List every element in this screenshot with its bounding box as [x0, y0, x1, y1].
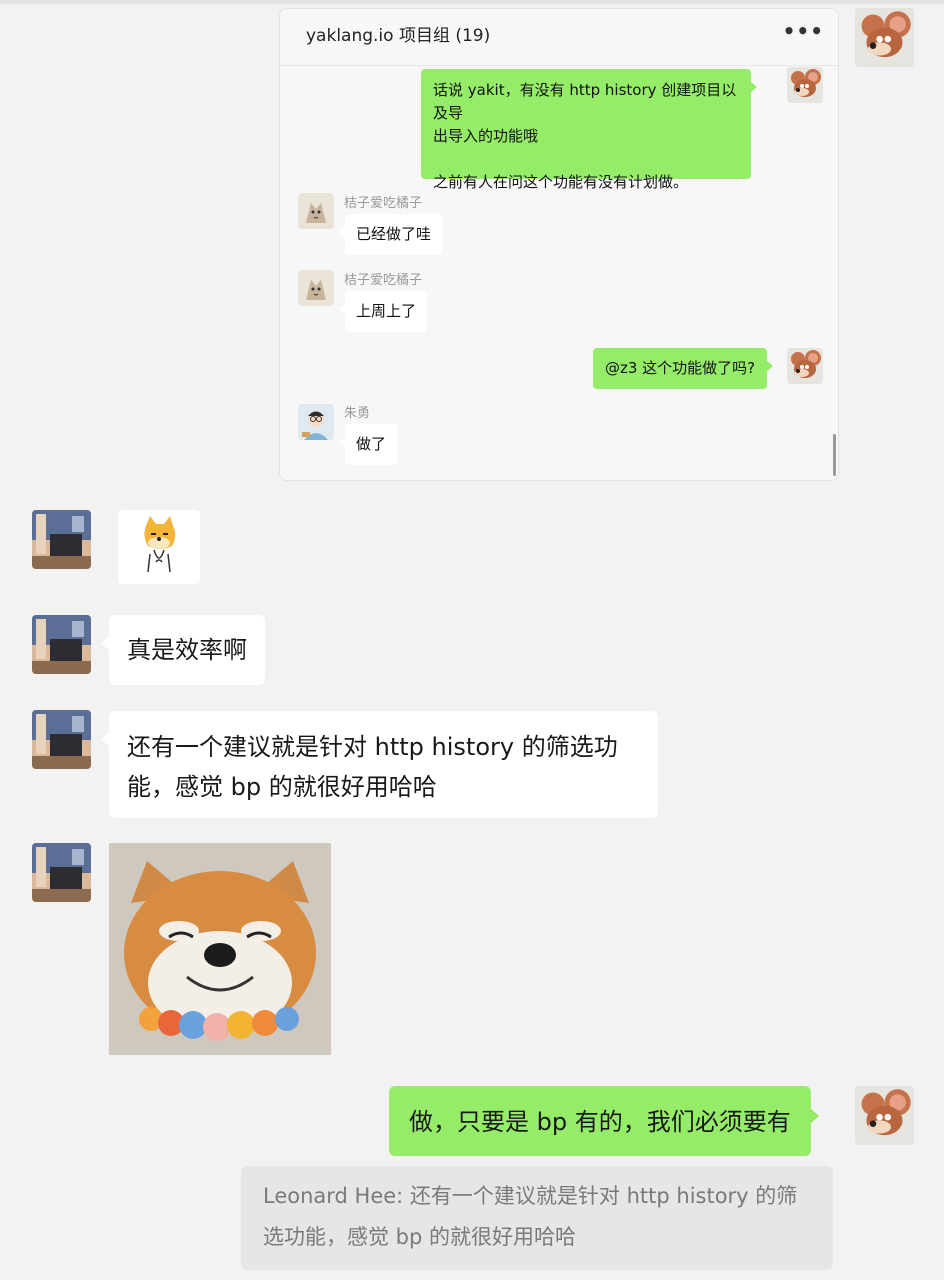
sender-name-juzi-2: 桔子爱吃橘子: [344, 273, 423, 288]
quoted-message[interactable]: Leonard Hee: 还有一个建议就是针对 http history 的筛 …: [241, 1166, 833, 1270]
card-message-5[interactable]: 做了: [338, 424, 398, 465]
card-message-1[interactable]: 话说 yakit，有没有 http history 创建项目以及导 出导入的功能…: [421, 69, 757, 191]
doge-sticker: [144, 516, 176, 573]
forwarded-chat-title: yaklang.io 项目组 (19): [306, 26, 491, 46]
card-message-3[interactable]: 上周上了: [338, 291, 428, 332]
avatar-self-2[interactable]: [787, 348, 823, 384]
avatar-juzi-2[interactable]: [298, 270, 334, 306]
avatar-self[interactable]: [787, 67, 823, 103]
forwarded-chat-card[interactable]: yaklang.io 项目组 (19) ••• 话说 yakit，有没有 htt…: [279, 8, 839, 481]
avatar-self-main-2[interactable]: [855, 1086, 914, 1145]
sender-name-juzi-1: 桔子爱吃橘子: [344, 196, 423, 211]
top-divider: [0, 0, 944, 4]
card-message-1-line3: 之前有人在问这个功能有没有计划做。: [433, 173, 689, 191]
avatar-self-main-1[interactable]: [855, 8, 914, 67]
message-suggestion-line1: 还有一个建议就是针对 http history 的筛选功: [127, 733, 618, 761]
message-efficiency[interactable]: 真是效率啊: [101, 615, 265, 685]
card-scrollbar[interactable]: [833, 434, 836, 476]
message-suggestion[interactable]: 还有一个建议就是针对 http history 的筛选功 能，感觉 bp 的就很…: [101, 711, 658, 818]
sender-name-zhuyong: 朱勇: [344, 406, 371, 421]
card-message-2[interactable]: 已经做了哇: [338, 214, 443, 255]
avatar-leonard-3[interactable]: [32, 710, 91, 769]
avatar-leonard-1[interactable]: [32, 510, 91, 569]
card-message-4[interactable]: @z3 这个功能做了吗?: [593, 348, 774, 389]
image-message[interactable]: [109, 843, 331, 1055]
avatar-leonard-4[interactable]: [32, 843, 91, 902]
avatar-leonard-2[interactable]: [32, 615, 91, 674]
forwarded-chat-header: yaklang.io 项目组 (19) •••: [280, 9, 838, 66]
sticker-message[interactable]: [118, 510, 200, 584]
quoted-message-line1: Leonard Hee: 还有一个建议就是针对 http history 的筛: [263, 1184, 798, 1208]
quoted-message-line2: 选功能，感觉 bp 的就很好用哈哈: [263, 1225, 577, 1249]
shiba-dog-photo: [109, 843, 331, 1055]
message-suggestion-line2: 能，感觉 bp 的就很好用哈哈: [127, 773, 437, 801]
more-horizontal-icon[interactable]: •••: [783, 21, 824, 41]
avatar-zhuyong[interactable]: [298, 404, 334, 440]
message-reply[interactable]: 做，只要是 bp 有的，我们必须要有: [389, 1086, 819, 1156]
avatar-juzi[interactable]: [298, 193, 334, 229]
card-message-1-line2: 出导入的功能哦: [433, 127, 539, 145]
card-message-1-line1: 话说 yakit，有没有 http history 创建项目以及导: [433, 81, 737, 122]
